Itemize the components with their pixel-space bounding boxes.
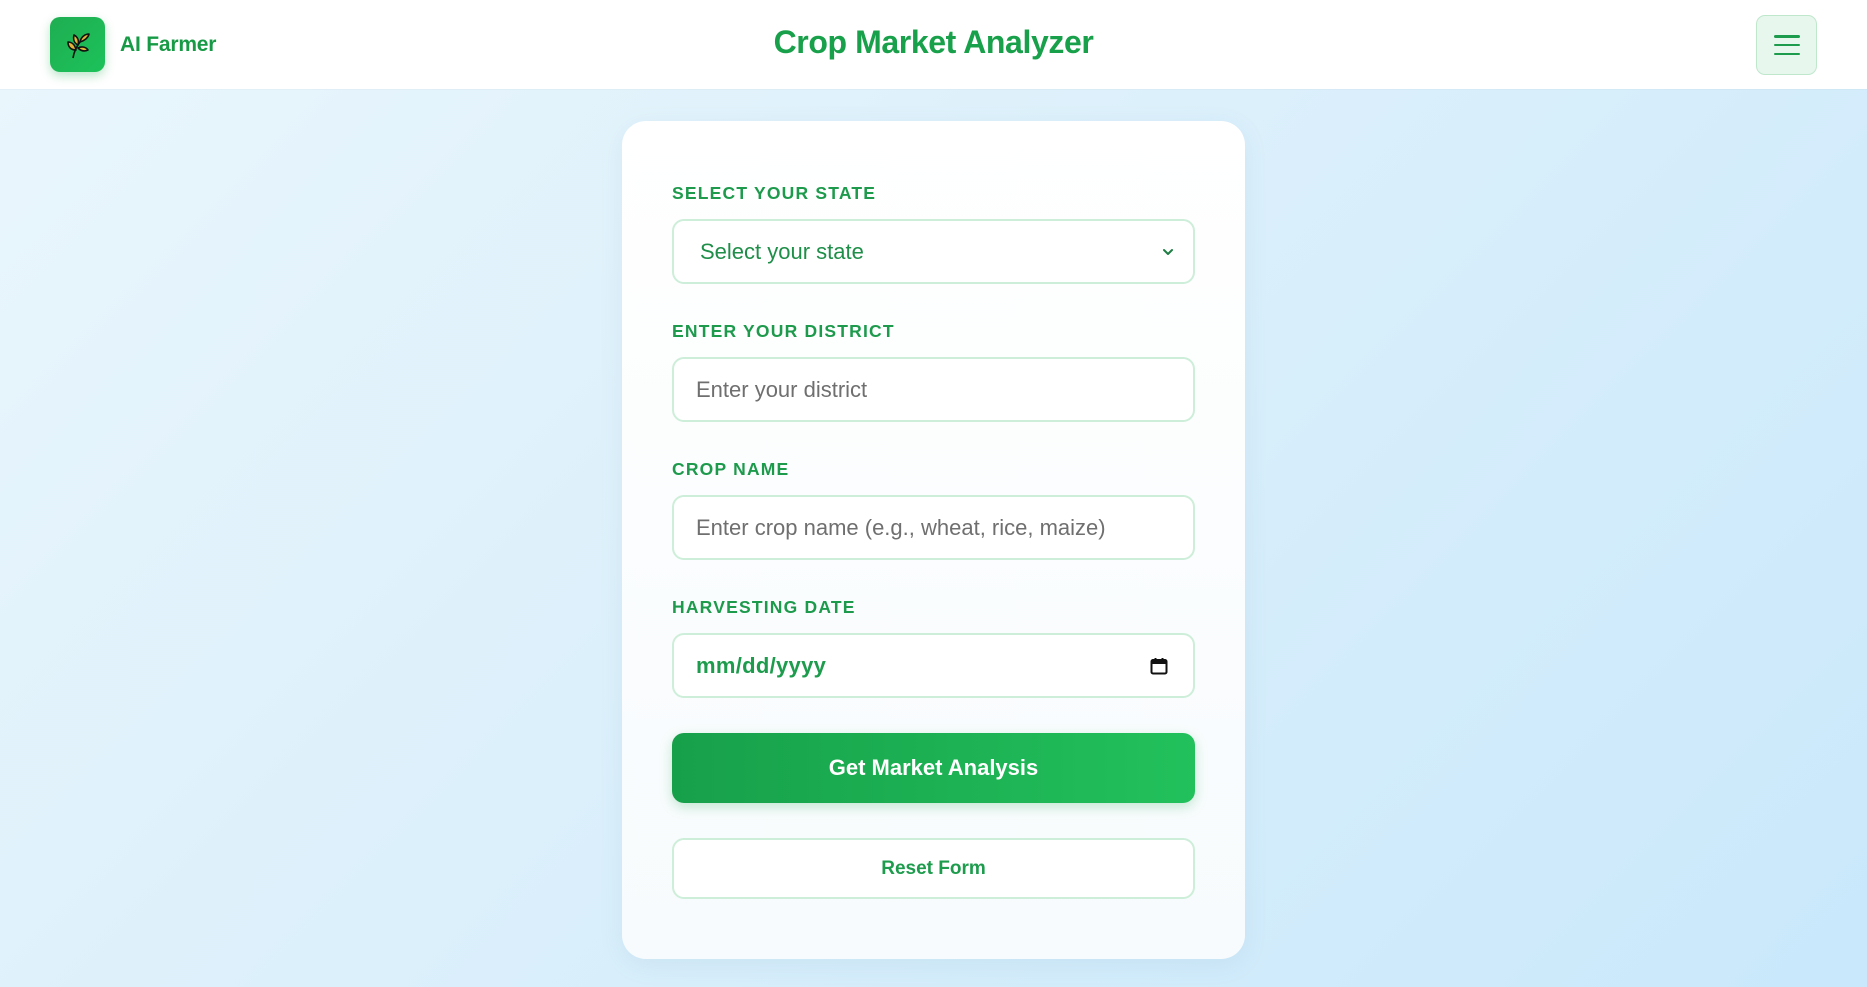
state-select-value: Select your state	[700, 238, 864, 264]
market-analysis-form: SELECT YOUR STATE Select your state ENTE…	[622, 121, 1245, 959]
harvest-date-placeholder: mm/dd/yyyy	[696, 652, 827, 678]
district-input-placeholder: Enter your district	[696, 376, 868, 402]
chevron-down-icon	[1163, 248, 1173, 255]
calendar-icon[interactable]	[1149, 656, 1169, 676]
crop-input-placeholder: Enter crop name (e.g., wheat, rice, maiz…	[696, 514, 1106, 540]
harvest-date-label: HARVESTING DATE	[672, 597, 856, 617]
district-input[interactable]: Enter your district	[672, 357, 1195, 422]
crop-label: CROP NAME	[672, 459, 790, 479]
get-market-analysis-button[interactable]: Get Market Analysis	[672, 733, 1195, 803]
state-select[interactable]: Select your state	[672, 219, 1195, 284]
harvest-date-input[interactable]: mm/dd/yyyy	[672, 633, 1195, 698]
top-navbar: AI Farmer Crop Market Analyzer	[0, 0, 1867, 89]
reset-form-button[interactable]: Reset Form	[672, 838, 1195, 899]
hamburger-menu-icon	[1773, 35, 1800, 55]
page-title: Crop Market Analyzer	[773, 24, 1094, 60]
menu-button[interactable]	[1756, 15, 1817, 75]
district-label: ENTER YOUR DISTRICT	[672, 321, 895, 341]
state-label: SELECT YOUR STATE	[672, 183, 877, 203]
crop-name-input[interactable]: Enter crop name (e.g., wheat, rice, maiz…	[672, 495, 1195, 560]
